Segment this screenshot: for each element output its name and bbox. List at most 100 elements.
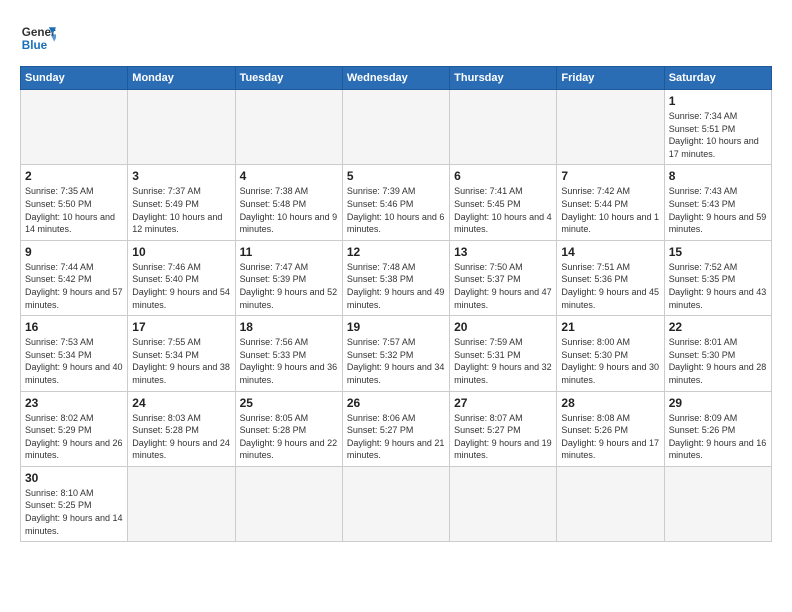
header: General Blue	[20, 20, 772, 56]
day-number: 16	[25, 320, 123, 334]
calendar-cell	[128, 466, 235, 541]
day-number: 14	[561, 245, 659, 259]
calendar-cell: 29Sunrise: 8:09 AM Sunset: 5:26 PM Dayli…	[664, 391, 771, 466]
day-info: Sunrise: 7:47 AM Sunset: 5:39 PM Dayligh…	[240, 261, 338, 311]
calendar-cell: 17 Sunrise: 7:55 AM Sunset: 5:34 PM Dayli…	[128, 316, 235, 391]
day-number: 26	[347, 396, 445, 410]
day-info: Sunrise: 7:43 AM Sunset: 5:43 PM Dayligh…	[669, 185, 767, 235]
day-number: 25	[240, 396, 338, 410]
calendar-cell: 21 Sunrise: 8:00 AM Sunset: 5:30 PM Dayli…	[557, 316, 664, 391]
day-info: Sunrise: 8:09 AM Sunset: 5:26 PM Dayligh…	[669, 412, 767, 462]
day-number: 7	[561, 169, 659, 183]
day-info: Sunrise: 7:37 AM Sunset: 5:49 PM Dayligh…	[132, 185, 230, 235]
day-number: 19	[347, 320, 445, 334]
day-number: 11	[240, 245, 338, 259]
calendar-cell: 28 Sunrise: 8:08 AM Sunset: 5:26 PM Dayli…	[557, 391, 664, 466]
logo-icon: General Blue	[20, 20, 56, 56]
calendar-cell: 15 Sunrise: 7:52 AM Sunset: 5:35 PM Dayli…	[664, 240, 771, 315]
calendar-cell	[21, 90, 128, 165]
calendar-table: SundayMondayTuesdayWednesdayThursdayFrid…	[20, 66, 772, 542]
day-number: 4	[240, 169, 338, 183]
day-info: Sunrise: 8:06 AM Sunset: 5:27 PM Dayligh…	[347, 412, 445, 462]
weekday-header-thursday: Thursday	[450, 67, 557, 90]
day-number: 28	[561, 396, 659, 410]
week-row-1: 1Sunrise: 7:34 AM Sunset: 5:51 PM Daylig…	[21, 90, 772, 165]
day-number: 18	[240, 320, 338, 334]
day-number: 5	[347, 169, 445, 183]
weekday-header-wednesday: Wednesday	[342, 67, 449, 90]
day-info: Sunrise: 7:50 AM Sunset: 5:37 PM Dayligh…	[454, 261, 552, 311]
weekday-header-monday: Monday	[128, 67, 235, 90]
day-number: 20	[454, 320, 552, 334]
day-info: Sunrise: 7:51 AM Sunset: 5:36 PM Dayligh…	[561, 261, 659, 311]
calendar-cell: 3Sunrise: 7:37 AM Sunset: 5:49 PM Daylig…	[128, 165, 235, 240]
calendar-cell: 22 Sunrise: 8:01 AM Sunset: 5:30 PM Dayli…	[664, 316, 771, 391]
calendar-cell: 20 Sunrise: 7:59 AM Sunset: 5:31 PM Dayli…	[450, 316, 557, 391]
calendar-cell: 23 Sunrise: 8:02 AM Sunset: 5:29 PM Dayli…	[21, 391, 128, 466]
day-number: 12	[347, 245, 445, 259]
calendar-cell	[128, 90, 235, 165]
day-info: Sunrise: 7:59 AM Sunset: 5:31 PM Dayligh…	[454, 336, 552, 386]
day-info: Sunrise: 7:46 AM Sunset: 5:40 PM Dayligh…	[132, 261, 230, 311]
calendar-cell	[450, 90, 557, 165]
day-number: 15	[669, 245, 767, 259]
calendar-cell: 10Sunrise: 7:46 AM Sunset: 5:40 PM Dayli…	[128, 240, 235, 315]
week-row-2: 2 Sunrise: 7:35 AM Sunset: 5:50 PM Daylig…	[21, 165, 772, 240]
weekday-header-tuesday: Tuesday	[235, 67, 342, 90]
page: General Blue SundayMondayTuesdayWednesda…	[0, 0, 792, 562]
day-info: Sunrise: 7:57 AM Sunset: 5:32 PM Dayligh…	[347, 336, 445, 386]
calendar-cell	[557, 466, 664, 541]
day-info: Sunrise: 7:48 AM Sunset: 5:38 PM Dayligh…	[347, 261, 445, 311]
calendar-cell: 4Sunrise: 7:38 AM Sunset: 5:48 PM Daylig…	[235, 165, 342, 240]
day-info: Sunrise: 7:55 AM Sunset: 5:34 PM Dayligh…	[132, 336, 230, 386]
day-info: Sunrise: 7:52 AM Sunset: 5:35 PM Dayligh…	[669, 261, 767, 311]
day-info: Sunrise: 7:34 AM Sunset: 5:51 PM Dayligh…	[669, 110, 767, 160]
day-info: Sunrise: 7:39 AM Sunset: 5:46 PM Dayligh…	[347, 185, 445, 235]
calendar-cell	[664, 466, 771, 541]
weekday-header-friday: Friday	[557, 67, 664, 90]
calendar-cell: 8 Sunrise: 7:43 AM Sunset: 5:43 PM Daylig…	[664, 165, 771, 240]
day-number: 2	[25, 169, 123, 183]
day-info: Sunrise: 8:07 AM Sunset: 5:27 PM Dayligh…	[454, 412, 552, 462]
calendar-cell	[557, 90, 664, 165]
calendar-cell: 13Sunrise: 7:50 AM Sunset: 5:37 PM Dayli…	[450, 240, 557, 315]
svg-text:Blue: Blue	[22, 39, 48, 52]
calendar-cell: 12 Sunrise: 7:48 AM Sunset: 5:38 PM Dayli…	[342, 240, 449, 315]
day-info: Sunrise: 8:10 AM Sunset: 5:25 PM Dayligh…	[25, 487, 123, 537]
calendar-cell: 14 Sunrise: 7:51 AM Sunset: 5:36 PM Dayli…	[557, 240, 664, 315]
day-info: Sunrise: 8:03 AM Sunset: 5:28 PM Dayligh…	[132, 412, 230, 462]
weekday-header-sunday: Sunday	[21, 67, 128, 90]
calendar-cell: 18 Sunrise: 7:56 AM Sunset: 5:33 PM Dayli…	[235, 316, 342, 391]
calendar-cell: 19 Sunrise: 7:57 AM Sunset: 5:32 PM Dayli…	[342, 316, 449, 391]
calendar-cell	[342, 90, 449, 165]
day-number: 24	[132, 396, 230, 410]
day-number: 22	[669, 320, 767, 334]
weekday-header-saturday: Saturday	[664, 67, 771, 90]
day-number: 27	[454, 396, 552, 410]
day-info: Sunrise: 7:53 AM Sunset: 5:34 PM Dayligh…	[25, 336, 123, 386]
day-info: Sunrise: 7:56 AM Sunset: 5:33 PM Dayligh…	[240, 336, 338, 386]
calendar-cell: 24 Sunrise: 8:03 AM Sunset: 5:28 PM Dayli…	[128, 391, 235, 466]
week-row-5: 23 Sunrise: 8:02 AM Sunset: 5:29 PM Dayli…	[21, 391, 772, 466]
day-info: Sunrise: 8:08 AM Sunset: 5:26 PM Dayligh…	[561, 412, 659, 462]
calendar-cell: 5 Sunrise: 7:39 AM Sunset: 5:46 PM Daylig…	[342, 165, 449, 240]
calendar-cell: 16 Sunrise: 7:53 AM Sunset: 5:34 PM Dayli…	[21, 316, 128, 391]
calendar-cell	[450, 466, 557, 541]
calendar-cell: 25Sunrise: 8:05 AM Sunset: 5:28 PM Dayli…	[235, 391, 342, 466]
day-number: 8	[669, 169, 767, 183]
calendar-cell: 1Sunrise: 7:34 AM Sunset: 5:51 PM Daylig…	[664, 90, 771, 165]
calendar-cell: 7Sunrise: 7:42 AM Sunset: 5:44 PM Daylig…	[557, 165, 664, 240]
calendar-cell: 11 Sunrise: 7:47 AM Sunset: 5:39 PM Dayli…	[235, 240, 342, 315]
day-number: 17	[132, 320, 230, 334]
week-row-6: 30Sunrise: 8:10 AM Sunset: 5:25 PM Dayli…	[21, 466, 772, 541]
day-info: Sunrise: 8:02 AM Sunset: 5:29 PM Dayligh…	[25, 412, 123, 462]
calendar-cell: 2 Sunrise: 7:35 AM Sunset: 5:50 PM Daylig…	[21, 165, 128, 240]
day-info: Sunrise: 8:00 AM Sunset: 5:30 PM Dayligh…	[561, 336, 659, 386]
day-number: 6	[454, 169, 552, 183]
day-info: Sunrise: 7:35 AM Sunset: 5:50 PM Dayligh…	[25, 185, 123, 235]
day-number: 23	[25, 396, 123, 410]
day-info: Sunrise: 8:01 AM Sunset: 5:30 PM Dayligh…	[669, 336, 767, 386]
calendar-cell: 6Sunrise: 7:41 AM Sunset: 5:45 PM Daylig…	[450, 165, 557, 240]
week-row-3: 9Sunrise: 7:44 AM Sunset: 5:42 PM Daylig…	[21, 240, 772, 315]
day-number: 21	[561, 320, 659, 334]
